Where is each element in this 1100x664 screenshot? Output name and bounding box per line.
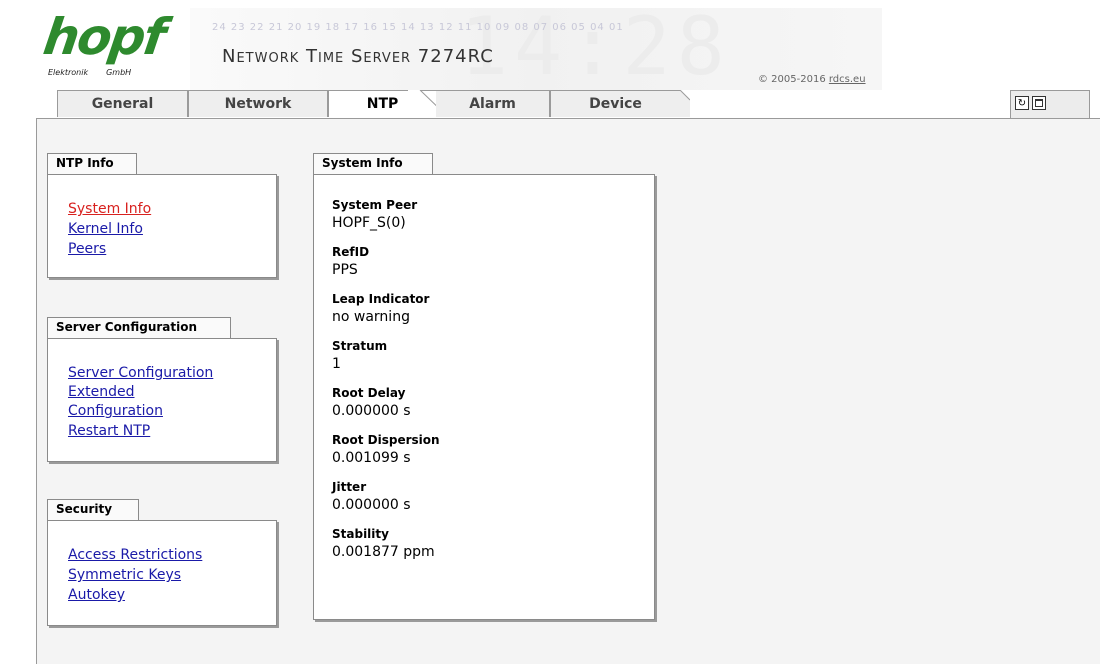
- field-value: 0.001877 ppm: [332, 544, 435, 560]
- link-system-info[interactable]: System Info: [68, 199, 276, 219]
- tab-alarm[interactable]: Alarm: [436, 90, 550, 117]
- field-label: Stability: [332, 527, 389, 541]
- field-label: Leap Indicator: [332, 292, 430, 306]
- link-server-configuration[interactable]: Server Configuration: [68, 363, 276, 383]
- main-tab-bar: General Network NTP Alarm Device ↻: [0, 90, 1100, 118]
- header-banner: 14:28 24 23 22 21 20 19 18 17 16 15 14 1…: [190, 8, 882, 90]
- logo-sub-left: Elektronik: [48, 68, 89, 77]
- field-value: 0.001099 s: [332, 450, 411, 466]
- system-info-fields: System Peer HOPF_S(0) RefID PPS Leap Ind…: [313, 174, 655, 620]
- product-title: Network Time Server 7274RC: [222, 46, 494, 67]
- hopf-logo: hopf Elektronik GmbH: [40, 8, 174, 82]
- field-label: Jitter: [332, 480, 367, 494]
- window-icon[interactable]: [1032, 96, 1046, 110]
- security-links: Access Restrictions Symmetric Keys Autok…: [47, 520, 277, 626]
- field-value: 0.000000 s: [332, 403, 411, 419]
- field-jitter: Jitter 0.000000 s: [332, 479, 654, 515]
- refresh-icon[interactable]: ↻: [1015, 96, 1029, 110]
- logo-wordmark: hopf: [39, 8, 168, 66]
- link-peers[interactable]: Peers: [68, 239, 276, 259]
- system-info-box-title: System Info: [313, 153, 433, 175]
- page-header: hopf Elektronik GmbH 14:28 24 23 22 21 20…: [0, 0, 1100, 120]
- tab-network[interactable]: Network: [188, 90, 328, 117]
- field-root-delay: Root Delay 0.000000 s: [332, 385, 654, 421]
- field-refid: RefID PPS: [332, 244, 654, 280]
- link-kernel-info[interactable]: Kernel Info: [68, 219, 276, 239]
- link-symmetric-keys[interactable]: Symmetric Keys: [68, 565, 276, 585]
- copyright-link[interactable]: rdcs.eu: [829, 74, 866, 85]
- field-value: no warning: [332, 309, 410, 325]
- field-system-peer: System Peer HOPF_S(0): [332, 197, 654, 233]
- field-label: RefID: [332, 245, 370, 259]
- link-access-restrictions[interactable]: Access Restrictions: [68, 545, 276, 565]
- field-leap-indicator: Leap Indicator no warning: [332, 291, 654, 327]
- field-label: System Peer: [332, 198, 418, 212]
- copyright-text: © 2005-2016: [758, 74, 829, 85]
- field-label: Root Delay: [332, 386, 406, 400]
- field-root-dispersion: Root Dispersion 0.001099 s: [332, 432, 654, 468]
- logo-sub-right: GmbH: [106, 68, 132, 77]
- link-extended-configuration[interactable]: Extended Configuration: [68, 383, 188, 421]
- copyright-notice: © 2005-2016 rdcs.eu: [758, 74, 866, 85]
- link-restart-ntp[interactable]: Restart NTP: [68, 421, 276, 441]
- security-box-title: Security: [47, 499, 139, 521]
- field-label: Stratum: [332, 339, 388, 353]
- field-value: 1: [332, 356, 341, 372]
- link-autokey[interactable]: Autokey: [68, 585, 276, 605]
- field-value: PPS: [332, 262, 358, 278]
- tab-general[interactable]: General: [57, 90, 188, 117]
- field-value: HOPF_S(0): [332, 215, 406, 231]
- field-label: Root Dispersion: [332, 433, 440, 447]
- field-stratum: Stratum 1: [332, 338, 654, 374]
- ntp-info-box-title: NTP Info: [47, 153, 137, 175]
- logo-subtitle: Elektronik GmbH: [48, 68, 131, 77]
- field-stability: Stability 0.001877 ppm: [332, 526, 654, 562]
- view-controls: ↻: [1010, 90, 1090, 118]
- content-panel: NTP Info System Info Kernel Info Peers S…: [36, 118, 1100, 664]
- banner-digit-row: 24 23 22 21 20 19 18 17 16 15 14 13 12 1…: [212, 22, 624, 33]
- field-value: 0.000000 s: [332, 497, 411, 513]
- tab-device-edge: [660, 90, 690, 117]
- server-config-links: Server Configuration Extended Configurat…: [47, 338, 277, 462]
- server-config-box-title: Server Configuration: [47, 317, 231, 339]
- banner-clock-watermark: 14:28: [460, 8, 731, 90]
- ntp-info-links: System Info Kernel Info Peers: [47, 174, 277, 278]
